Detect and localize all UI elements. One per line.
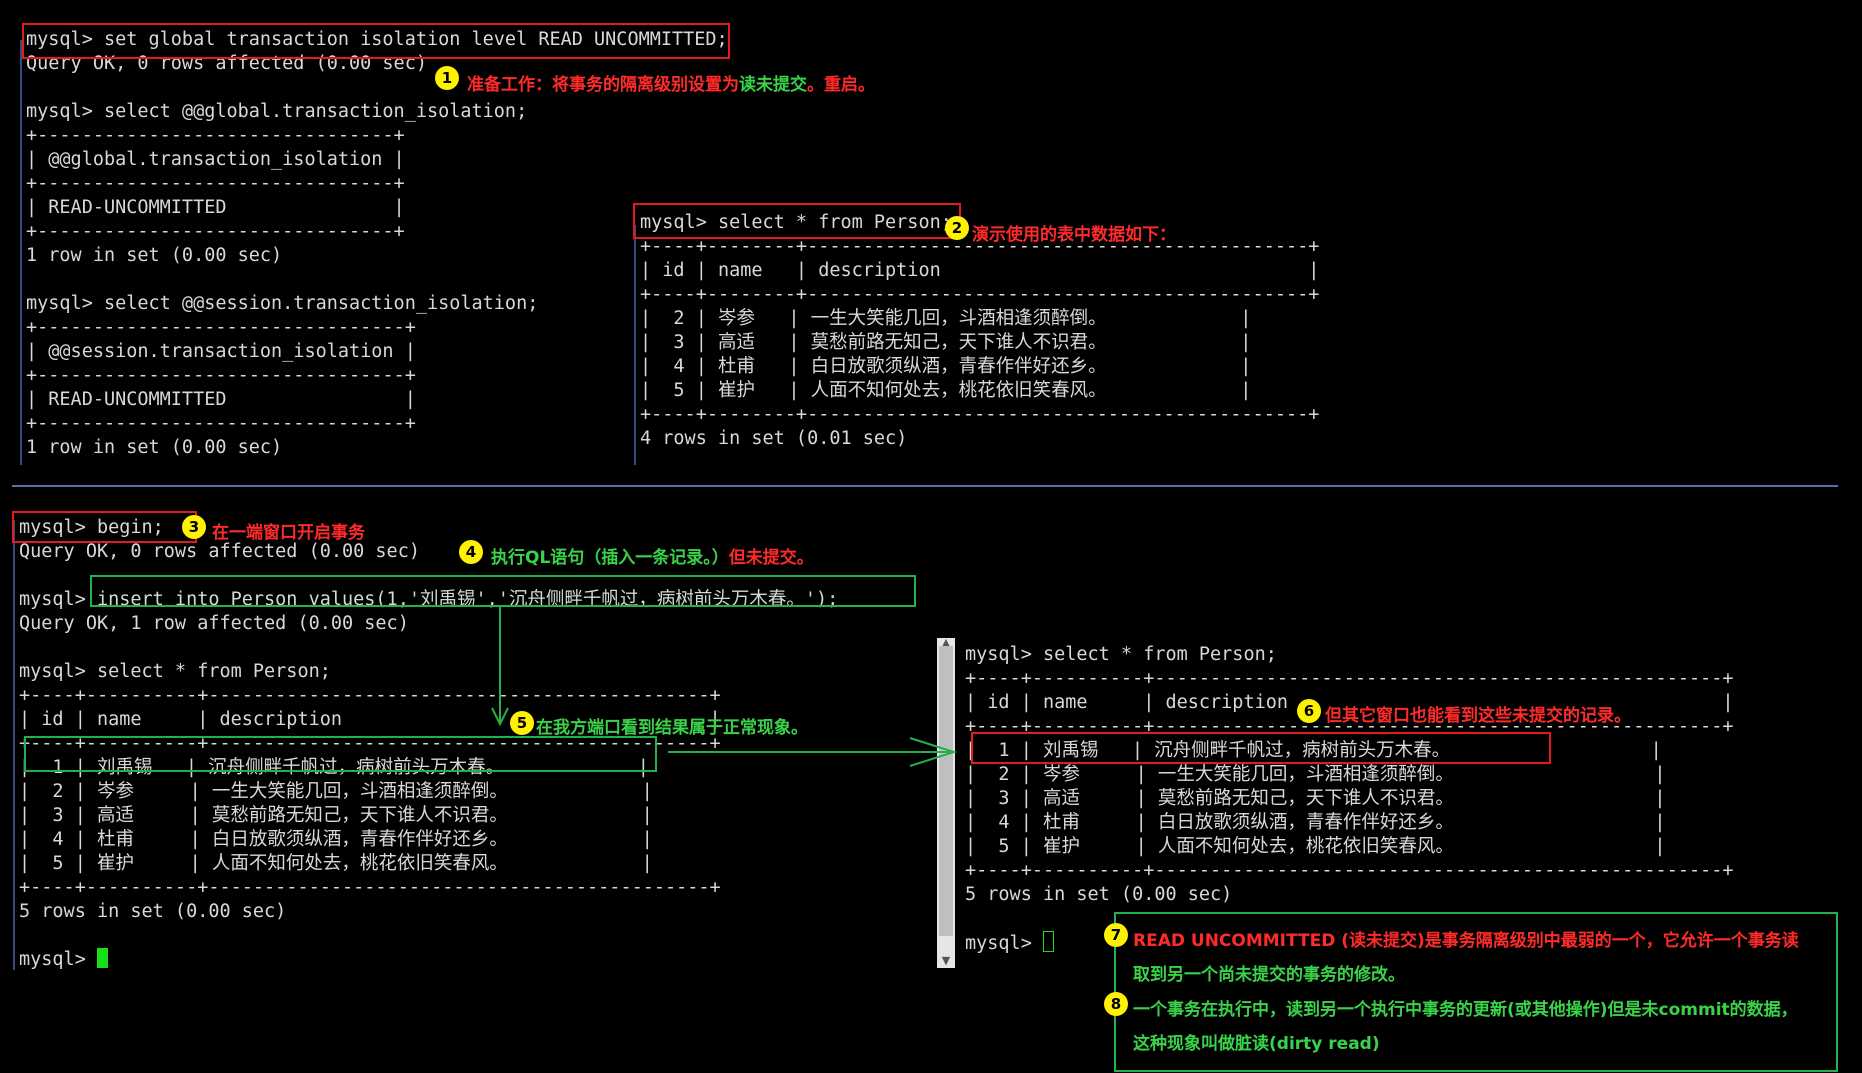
terminal-line: | READ-UNCOMMITTED |	[26, 389, 416, 410]
terminal-line: +---------------------------------+	[26, 413, 416, 434]
scrollbar[interactable]: ▲ ▼	[937, 636, 955, 968]
terminal-line: mysql> select * from Person;	[965, 644, 1277, 665]
highlight-set-isolation	[22, 23, 730, 59]
annotation-7-highlight: 允许一个事务读	[1679, 931, 1799, 951]
highlight-begin	[12, 511, 197, 543]
annotation-4: 执行QL语句（插入一条记录。）但未提交。	[491, 543, 814, 568]
terminal-pane-top-right: mysql> select * from Person; +----+------…	[640, 211, 1319, 451]
terminal-line: | @@global.transaction_isolation |	[26, 149, 405, 170]
annotation-1-highlight: 读未提交	[739, 75, 807, 95]
terminal-line: | 3 | 高适 | 莫愁前路无知己，天下谁人不识君。 |	[19, 805, 653, 826]
window-edge-right-top	[634, 225, 636, 465]
terminal-line: 5 rows in set (0.00 sec)	[19, 901, 287, 922]
annotation-1: 准备工作：将事务的隔离级别设置为读未提交。重启。	[467, 70, 875, 95]
terminal-line: 5 rows in set (0.00 sec)	[965, 884, 1233, 905]
terminal-line: +--------------------------------+	[26, 173, 405, 194]
terminal-line: mysql>	[19, 948, 838, 972]
terminal-line: +--------------------------------+	[26, 125, 405, 146]
terminal-line: 1 row in set (0.00 sec)	[26, 437, 283, 458]
terminal-line: | 2 | 岑参 | 一生大笑能几回，斗酒相逢须醉倒。 |	[640, 308, 1252, 329]
annotation-3: 在一端窗口开启事务	[212, 523, 365, 543]
terminal-line: | 3 | 高适 | 莫愁前路无知己，天下谁人不识君。 |	[965, 788, 1666, 809]
terminal-line: mysql> select @@global.transaction_isola…	[26, 101, 528, 122]
terminal-line: 1 row in set (0.00 sec)	[26, 245, 283, 266]
terminal-line: | 2 | 岑参 | 一生大笑能几回，斗酒相逢须醉倒。 |	[19, 781, 653, 802]
terminal-line: +--------------------------------+	[26, 221, 405, 242]
window-edge-left-top	[20, 40, 22, 465]
terminal-line: | READ-UNCOMMITTED |	[26, 197, 405, 218]
annotation-4-highlight: 但未提交。	[728, 548, 814, 568]
annotation-5: 在我方端口看到结果属于正常现象。	[536, 718, 808, 738]
terminal-line: | 4 | 杜甫 | 白日放歌须纵酒，青春作伴好还乡。 |	[19, 829, 653, 850]
annotation-1-tail: 。重启。	[807, 75, 875, 95]
terminal-line: | 2 | 岑参 | 一生大笑能几回，斗酒相逢须醉倒。 |	[965, 764, 1666, 785]
badge-6: 6	[1297, 699, 1321, 723]
terminal-line: +----+----------+-----------------------…	[19, 877, 721, 898]
terminal-line: | id | name | description |	[640, 260, 1320, 281]
terminal-line: +----+--------+-------------------------…	[640, 284, 1320, 305]
terminal-line: +----+--------+-------------------------…	[640, 404, 1320, 425]
highlight-other-row	[971, 732, 1551, 764]
annotation-2: 演示使用的表中数据如下：	[972, 225, 1176, 245]
annotation-6: 但其它窗口也能看到这些未提交的记录。	[1325, 706, 1631, 726]
terminal-line: | 5 | 崔护 | 人面不知何处去，桃花依旧笑春风。 |	[19, 853, 653, 874]
annotation-7-text: READ UNCOMMITTED (读未提交)是事务隔离级别中最弱的一个，它	[1133, 931, 1680, 951]
text-cursor	[96, 948, 108, 968]
terminal-line: | 4 | 杜甫 | 白日放歌须纵酒，青春作伴好还乡。 |	[965, 812, 1666, 833]
window-separator	[12, 485, 1838, 487]
terminal-line: +----+----------+-----------------------…	[965, 860, 1734, 881]
terminal-line: mysql> select @@session.transaction_isol…	[26, 293, 539, 314]
terminal-line: 4 rows in set (0.01 sec)	[640, 428, 908, 449]
badge-4: 4	[459, 540, 483, 564]
terminal-line: mysql> select * from Person;	[19, 661, 331, 682]
badge-3: 3	[182, 515, 206, 539]
terminal-line: +---------------------------------+	[26, 365, 416, 386]
terminal-line: +----+----------+-----------------------…	[965, 668, 1734, 689]
badge-1: 1	[435, 66, 459, 90]
annotation-7-line-2: 取到另一个尚未提交的事务的修改。	[1133, 965, 1405, 985]
annotation-4-text: 执行QL语句（插入一条记录。）	[491, 548, 729, 568]
terminal-line: | 3 | 高适 | 莫愁前路无知己，天下谁人不识君。 |	[640, 332, 1252, 353]
terminal-line: | 5 | 崔护 | 人面不知何处去，桃花依旧笑春风。 |	[640, 380, 1252, 401]
annotation-1-text: 准备工作：将事务的隔离级别设置为	[467, 75, 739, 95]
badge-5: 5	[510, 711, 534, 735]
terminal-line: | @@session.transaction_isolation |	[26, 341, 416, 362]
badge-7: 7	[1104, 923, 1128, 947]
scrollbar-thumb[interactable]	[939, 646, 953, 936]
terminal-line: | 5 | 崔护 | 人面不知何处去，桃花依旧笑春风。 |	[965, 836, 1666, 857]
terminal-line: | 4 | 杜甫 | 白日放歌须纵酒，青春作伴好还乡。 |	[640, 356, 1252, 377]
badge-2: 2	[945, 216, 969, 240]
terminal-line: +---------------------------------+	[26, 317, 416, 338]
annotation-8-line-2: 这种现象叫做脏读(dirty read)	[1133, 1034, 1380, 1054]
highlight-own-row	[24, 736, 657, 772]
annotation-7-line-1: READ UNCOMMITTED (读未提交)是事务隔离级别中最弱的一个，它允许…	[1133, 926, 1799, 951]
highlight-insert	[90, 575, 916, 607]
scroll-down-arrow-icon[interactable]: ▼	[939, 954, 953, 968]
window-edge-left-bottom	[13, 520, 15, 970]
terminal-pane-bottom-right: mysql> select * from Person; +----+------…	[965, 643, 1734, 955]
badge-8: 8	[1104, 992, 1128, 1016]
terminal-line: Query OK, 1 row affected (0.00 sec)	[19, 613, 409, 634]
terminal-line: +----+----------+-----------------------…	[19, 685, 721, 706]
annotation-8-line-1: 一个事务在执行中，读到另一个执行中事务的更新(或其他操作)但是未commit的数…	[1133, 1000, 1798, 1020]
text-cursor	[1042, 931, 1054, 952]
highlight-select-person	[633, 203, 961, 239]
